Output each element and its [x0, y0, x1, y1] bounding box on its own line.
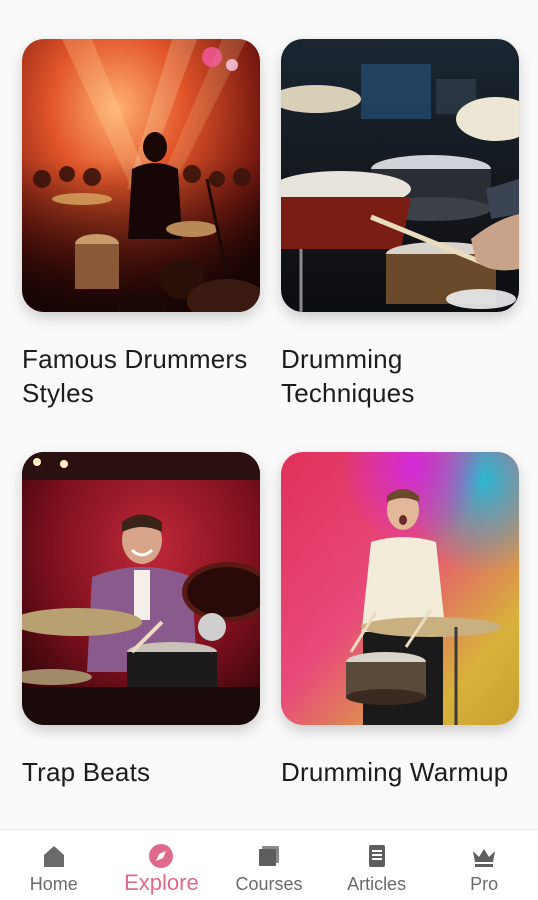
bottom-navigation-bar: Home Explore Courses Articles Pro [0, 829, 538, 900]
nav-item-articles[interactable]: Articles [323, 830, 431, 900]
home-icon [43, 846, 64, 867]
nav-item-home[interactable]: Home [0, 830, 108, 900]
topic-image-drum-kit[interactable] [281, 39, 519, 312]
nav-item-explore[interactable]: Explore [108, 830, 216, 900]
topic-card-drumming-warmup[interactable]: Drumming Warmup [281, 452, 519, 789]
topic-image-drummer-colorful[interactable] [281, 452, 519, 725]
nav-item-pro[interactable]: Pro [430, 830, 538, 900]
topic-image-drummer-red-room[interactable] [22, 452, 260, 725]
nav-item-courses[interactable]: Courses [215, 830, 323, 900]
topic-grid: Famous Drummers Styles Drumming Techniqu… [0, 0, 538, 830]
explore-screen: Famous Drummers Styles Drumming Techniqu… [0, 0, 538, 900]
nav-label-home: Home [29, 874, 78, 894]
topic-title[interactable]: Drumming Warmup [281, 755, 519, 789]
crown-icon [473, 849, 496, 867]
topic-card-drumming-techniques[interactable]: Drumming Techniques [281, 39, 519, 410]
topic-card-famous-drummers[interactable]: Famous Drummers Styles [22, 39, 260, 410]
topic-image-concert[interactable] [22, 39, 260, 312]
topic-title[interactable]: Trap Beats [22, 755, 260, 789]
topic-card-trap-beats[interactable]: Trap Beats [22, 452, 260, 789]
nav-label-courses: Courses [235, 874, 303, 894]
nav-label-pro: Pro [470, 874, 499, 894]
nav-label-articles: Articles [347, 874, 407, 894]
topic-title[interactable]: Famous Drummers Styles [22, 342, 260, 410]
compass-icon [149, 844, 174, 868]
article-icon [368, 845, 385, 867]
nav-label-explore: Explore [124, 870, 199, 895]
courses-stack-icon [258, 846, 279, 866]
topic-title[interactable]: Drumming Techniques [281, 342, 519, 410]
